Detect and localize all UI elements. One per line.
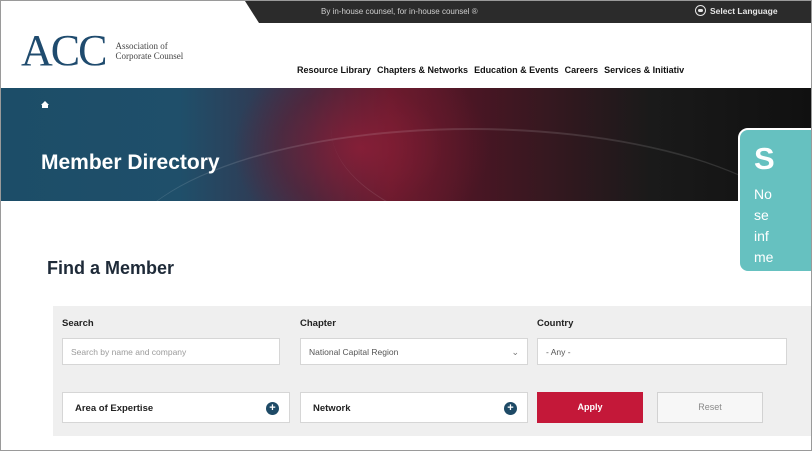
callout-body: No se inf me	[754, 184, 811, 268]
country-select[interactable]: - Any -	[537, 338, 787, 365]
search-panel: Search Search by name and company Chapte…	[53, 306, 811, 436]
browser-frame: By in-house counsel, for in-house counse…	[0, 0, 812, 451]
area-of-expertise-label: Area of Expertise	[75, 403, 154, 414]
utility-bar: By in-house counsel, for in-house counse…	[245, 1, 811, 23]
globe-icon	[695, 5, 706, 16]
logo-mark: ACC	[21, 26, 107, 75]
plus-icon: +	[266, 402, 279, 415]
country-value: - Any -	[546, 347, 571, 357]
country-label: Country	[537, 318, 574, 329]
chapter-label: Chapter	[300, 318, 336, 329]
network-toggle[interactable]: Network +	[300, 392, 528, 423]
acc-logo[interactable]: ACC Association of Corporate Counsel	[21, 29, 183, 73]
chapter-value: National Capital Region	[309, 347, 399, 357]
nav-services-initiatives[interactable]: Services & Initiativ	[604, 65, 684, 75]
logo-text: Association of Corporate Counsel	[115, 41, 183, 61]
logo-line-1: Association of	[115, 41, 168, 51]
page-title: Member Directory	[41, 151, 220, 174]
callout-line: No	[754, 186, 772, 202]
callout-line: me	[754, 249, 774, 265]
language-selector[interactable]: Select Language	[695, 5, 778, 16]
logo-line-2: Corporate Counsel	[115, 51, 184, 61]
chapter-select[interactable]: National Capital Region ⌄	[300, 338, 528, 365]
tagline: By in-house counsel, for in-house counse…	[321, 7, 478, 16]
main-nav: Resource Library Chapters & Networks Edu…	[297, 65, 684, 75]
nav-resource-library[interactable]: Resource Library	[297, 65, 371, 75]
apply-button[interactable]: Apply	[537, 392, 643, 423]
callout-line: se	[754, 207, 769, 223]
chevron-down-icon: ⌄	[511, 347, 519, 357]
nav-education-events[interactable]: Education & Events	[474, 65, 559, 75]
callout-title: S	[754, 141, 775, 176]
search-input[interactable]: Search by name and company	[62, 338, 280, 365]
area-of-expertise-toggle[interactable]: Area of Expertise +	[62, 392, 290, 423]
search-label: Search	[62, 318, 94, 329]
nav-chapters-networks[interactable]: Chapters & Networks	[377, 65, 468, 75]
find-member-heading: Find a Member	[47, 258, 175, 278]
plus-icon: +	[504, 402, 517, 415]
nav-careers[interactable]: Careers	[565, 65, 599, 75]
callout-line: inf	[754, 228, 769, 244]
network-label: Network	[313, 403, 351, 414]
home-icon[interactable]	[41, 101, 49, 108]
callout-box: S No se inf me	[738, 128, 811, 273]
language-label: Select Language	[710, 5, 778, 16]
find-member-card: Find a Member Search Search by name and …	[1, 201, 811, 450]
hero-banner: Member Directory	[1, 88, 811, 201]
reset-button[interactable]: Reset	[657, 392, 763, 423]
